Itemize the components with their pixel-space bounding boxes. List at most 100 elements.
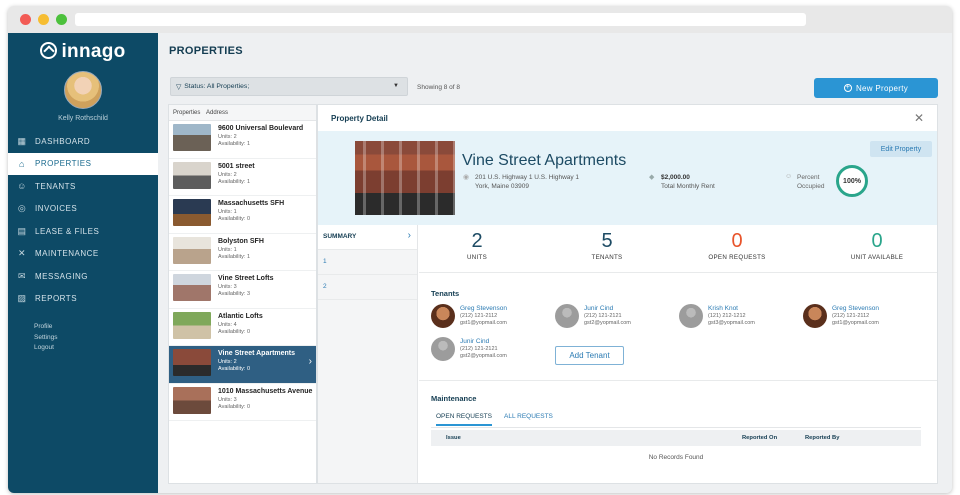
side-tab-label: 2 xyxy=(323,283,327,290)
column-reported-by[interactable]: Reported By xyxy=(805,435,839,441)
link-settings[interactable]: Settings xyxy=(34,333,58,344)
close-icon[interactable]: ✕ xyxy=(914,111,924,125)
tenant-name[interactable]: Junir Cind xyxy=(460,338,489,345)
link-profile[interactable]: Profile xyxy=(34,322,58,333)
column-header-address[interactable]: Address xyxy=(206,110,228,116)
section-divider xyxy=(419,380,937,381)
tab-summary[interactable]: SUMMARY › xyxy=(318,225,417,250)
tenant-name[interactable]: Junir Cind xyxy=(584,305,613,312)
tenant-card[interactable]: Krish Knot (121) 212-1212 gst3@yopmail.com xyxy=(679,304,789,330)
edit-property-button[interactable]: Edit Property xyxy=(870,141,932,157)
property-name: Massachusetts SFH xyxy=(218,200,285,207)
tenant-card[interactable]: Junir Cind (212) 121-2121 gst2@yopmail.com xyxy=(431,337,541,363)
property-list-header: Properties Address xyxy=(169,105,316,121)
tenant-avatar xyxy=(679,304,703,328)
page-title: PROPERTIES xyxy=(169,45,243,57)
status-filter-select[interactable]: ▽ Status: All Properties; ▼ xyxy=(170,77,408,96)
property-list-item[interactable]: 5001 street Units: 2 Availability: 1 xyxy=(169,159,316,196)
property-info: Vine Street Apartments Units: 2 Availabili… xyxy=(218,349,295,373)
address-bar[interactable] xyxy=(75,13,806,26)
property-detail-panel: Property Detail ✕ Vine Street Apartments… xyxy=(317,104,938,484)
tenant-card[interactable]: Greg Stevenson (212) 121-2112 gst1@yopmail… xyxy=(431,304,541,330)
sidebar-item-maintenance[interactable]: ✕ MAINTENANCE xyxy=(8,243,158,266)
property-units: Units: 1 xyxy=(218,209,237,215)
detail-title: Property Detail xyxy=(331,114,388,123)
dashboard-icon: ▦ xyxy=(17,135,27,146)
tenant-card[interactable]: Junir Cind (212) 121-2121 gst2@yopmail.com xyxy=(555,304,665,330)
address-line-1: 201 U.S. Highway 1 U.S. Highway 1 xyxy=(475,174,580,181)
property-availability: Availability: 0 xyxy=(218,216,250,222)
property-availability: Availability: 0 xyxy=(218,366,250,372)
column-header-properties[interactable]: Properties xyxy=(173,110,206,116)
property-info: Massachusetts SFH Units: 1 Availability: 0 xyxy=(218,199,284,223)
property-availability: Availability: 1 xyxy=(218,141,250,147)
sidebar-item-properties[interactable]: ⌂ PROPERTIES xyxy=(8,152,158,175)
stat-label: UNIT AVAILABLE xyxy=(850,254,904,261)
column-reported-on[interactable]: Reported On xyxy=(742,435,777,441)
property-list-item[interactable]: 1010 Massachusetts Avenue Units: 3 Availab… xyxy=(169,384,316,421)
sidebar-item-reports[interactable]: ▨ REPORTS xyxy=(8,288,158,311)
property-thumbnail xyxy=(173,274,211,301)
user-avatar[interactable] xyxy=(64,71,102,109)
tenant-phone: (121) 212-1212 xyxy=(708,313,746,319)
property-list-item[interactable]: 9600 Universal Boulevard Units: 2 Availabi… xyxy=(169,121,316,159)
add-tenant-button[interactable]: Add Tenant xyxy=(555,346,624,365)
property-info: Bolyston SFH Units: 1 Availability: 1 xyxy=(218,237,264,261)
brand-name: innago xyxy=(61,41,126,62)
property-units: Units: 2 xyxy=(218,171,237,178)
tab-unit-1[interactable]: 1 xyxy=(318,250,417,275)
column-issue[interactable]: Issue xyxy=(446,435,461,441)
maximize-window-button[interactable] xyxy=(56,14,67,25)
property-address: 201 U.S. Highway 1 U.S. Highway 1 York, … xyxy=(475,173,579,191)
property-list-item[interactable]: Vine Street Apartments Units: 2 Availabili… xyxy=(169,346,316,384)
occupancy-ring: 100% xyxy=(836,165,868,197)
property-availability: Availability: 1 xyxy=(218,178,250,185)
new-property-button[interactable]: + New Property xyxy=(814,78,938,98)
property-name: Vine Street Apartments xyxy=(462,152,627,169)
sidebar-item-invoices[interactable]: ◎ INVOICES xyxy=(8,198,158,221)
person-icon: ☺ xyxy=(785,173,793,180)
property-list-item[interactable]: Massachusetts SFH Units: 1 Availability: 0 xyxy=(169,196,316,234)
tenant-name[interactable]: Greg Stevenson xyxy=(832,305,879,312)
tenant-name[interactable]: Krish Knot xyxy=(708,305,738,312)
plus-circle-icon: + xyxy=(843,84,852,92)
showing-count: Showing 8 of 8 xyxy=(417,84,461,91)
filter-icon: ▽ xyxy=(176,83,182,91)
property-list-item[interactable]: Atlantic Lofts Units: 4 Availability: 0 xyxy=(169,309,316,346)
property-stats: 2 UNITS 5 TENANTS 0 OPEN REQUESTS 0 UNIT AVAILA… xyxy=(419,225,937,273)
minimize-window-button[interactable] xyxy=(38,14,49,25)
people-icon: ☺ xyxy=(17,181,27,192)
property-name: 1010 Massachusetts Avenue xyxy=(218,387,313,395)
sidebar-item-dashboard[interactable]: ▦ DASHBOARD xyxy=(8,130,158,153)
tenant-card[interactable]: Greg Stevenson (212) 121-2112 gst1@yopmail… xyxy=(803,304,913,330)
rent-amount: $2,000.00 xyxy=(661,174,690,181)
sidebar-item-messaging[interactable]: ✉ MESSAGING xyxy=(8,265,158,288)
stat-value: 0 xyxy=(731,230,743,252)
stat-value: 0 xyxy=(871,230,883,252)
property-list-item[interactable]: Bolyston SFH Units: 1 Availability: 1 xyxy=(169,234,316,271)
property-thumbnail xyxy=(173,236,211,264)
sidebar-item-tenants[interactable]: ☺ TENANTS xyxy=(8,175,158,198)
stat-units: 2 UNITS xyxy=(422,230,532,261)
account-links: Profile Settings Logout xyxy=(34,322,58,354)
tenant-avatar xyxy=(431,304,455,328)
empty-state-message: No Records Found xyxy=(648,454,704,461)
stat-label: TENANTS xyxy=(591,254,623,261)
link-logout[interactable]: Logout xyxy=(34,343,58,354)
sidebar-item-label: MESSAGING xyxy=(35,271,88,281)
tab-unit-2[interactable]: 2 xyxy=(318,275,417,300)
tenant-name[interactable]: Greg Stevenson xyxy=(460,305,507,312)
tenant-avatar xyxy=(803,304,827,328)
brand-logo[interactable]: innago xyxy=(8,41,158,63)
property-name: 9600 Universal Boulevard xyxy=(218,125,304,132)
tab-all-requests[interactable]: ALL REQUESTS xyxy=(504,413,553,420)
tab-open-requests[interactable]: OPEN REQUESTS xyxy=(436,413,492,426)
sidebar-item-lease-files[interactable]: ▤ LEASE & FILES xyxy=(8,220,158,243)
property-name: Bolyston SFH xyxy=(218,237,264,245)
stat-label: UNITS xyxy=(466,254,488,261)
close-window-button[interactable] xyxy=(20,14,31,25)
tenant-email: gst1@yopmail.com xyxy=(832,320,879,326)
browser-chrome xyxy=(8,6,952,33)
occupancy-label-line-2: Occupied xyxy=(797,183,825,190)
property-list-item[interactable]: Vine Street Lofts Units: 3 Availability: 3 xyxy=(169,271,316,309)
